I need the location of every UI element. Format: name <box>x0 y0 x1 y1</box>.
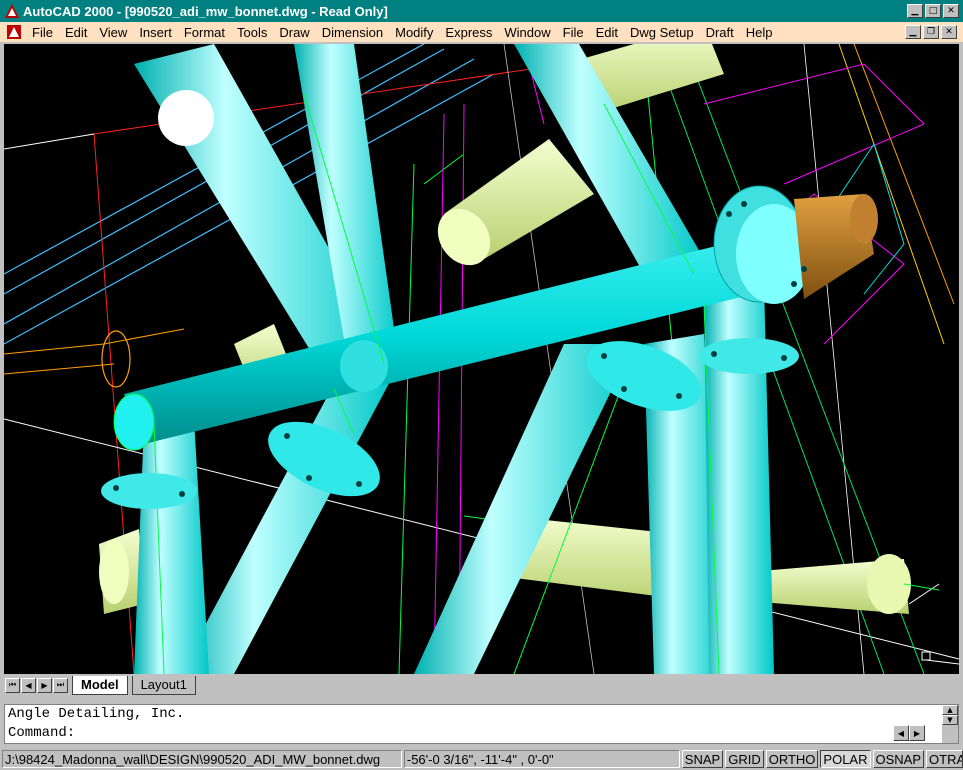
prev-icon: ◀ <box>25 680 32 690</box>
command-prompt[interactable]: Command: <box>5 724 958 743</box>
autocad-icon[interactable] <box>4 3 20 19</box>
layout-tab-bar: ⏮ ◀ ▶ ⏭ Model Layout1 <box>4 674 959 696</box>
menu-bar: File Edit View Insert Format Tools Draw … <box>0 22 963 42</box>
menu-insert[interactable]: Insert <box>133 25 178 40</box>
otrack-toggle[interactable]: OTRACK <box>926 749 963 768</box>
menu-window[interactable]: Window <box>498 25 556 40</box>
menu-modify[interactable]: Modify <box>389 25 439 40</box>
file-path: J:\98424_Madonna_wall\DESIGN\990520_ADI_… <box>2 749 402 768</box>
menu-draft[interactable]: Draft <box>700 25 740 40</box>
restore-icon: ❐ <box>926 26 936 37</box>
next-icon: ▶ <box>41 680 48 690</box>
doc-restore-button[interactable]: ❐ <box>923 25 939 39</box>
prev-tab-button[interactable]: ◀ <box>21 677 36 693</box>
menu-draw[interactable]: Draw <box>273 25 315 40</box>
scroll-up-button[interactable]: ▲ <box>942 705 958 715</box>
minimize-icon: ▁ <box>909 26 917 37</box>
polar-toggle[interactable]: POLAR <box>820 749 871 768</box>
scroll-left-button[interactable]: ◀ <box>893 725 909 741</box>
last-tab-button[interactable]: ⏭ <box>53 677 68 693</box>
menu-tools[interactable]: Tools <box>231 25 273 40</box>
doc-close-button[interactable]: ✕ <box>941 25 957 39</box>
first-tab-button[interactable]: ⏮ <box>5 677 20 693</box>
scroll-down-button[interactable]: ▼ <box>942 715 958 725</box>
menu-edit-2[interactable]: Edit <box>590 25 624 40</box>
command-history: Angle Detailing, Inc. <box>8 706 185 722</box>
menu-dwg-setup[interactable]: Dwg Setup <box>624 25 700 40</box>
tab-layout1[interactable]: Layout1 <box>131 675 196 695</box>
osnap-toggle[interactable]: OSNAP <box>872 749 925 768</box>
close-icon: ✕ <box>947 5 955 16</box>
arrow-right-icon: ▶ <box>913 728 921 738</box>
last-icon: ⏭ <box>56 680 65 689</box>
title-bar: AutoCAD 2000 - [990520_adi_mw_bonnet.dwg… <box>0 0 963 22</box>
minimize-button[interactable]: ▁ <box>907 4 923 18</box>
menu-edit[interactable]: Edit <box>59 25 93 40</box>
arrow-left-icon: ◀ <box>897 728 905 738</box>
window-title: AutoCAD 2000 - [990520_adi_mw_bonnet.dwg… <box>23 3 388 19</box>
minimize-icon: ▁ <box>911 5 919 16</box>
menu-file[interactable]: File <box>26 25 59 40</box>
snap-toggle[interactable]: SNAP <box>681 749 724 768</box>
arrow-down-icon: ▼ <box>947 716 953 724</box>
pipe-members <box>113 44 794 674</box>
tab-model[interactable]: Model <box>72 675 128 695</box>
status-bar: J:\98424_Madonna_wall\DESIGN\990520_ADI_… <box>0 747 963 770</box>
model-space-canvas[interactable] <box>4 44 959 674</box>
menu-format[interactable]: Format <box>178 25 231 40</box>
scroll-right-button[interactable]: ▶ <box>909 725 925 741</box>
menu-help[interactable]: Help <box>740 25 779 40</box>
menu-file-2[interactable]: File <box>557 25 590 40</box>
drawing-viewport[interactable] <box>4 44 959 674</box>
maximize-icon: □ <box>928 5 938 16</box>
command-hscroll[interactable]: ◀ ▶ <box>893 725 941 741</box>
menu-view[interactable]: View <box>93 25 133 40</box>
next-tab-button[interactable]: ▶ <box>37 677 52 693</box>
menu-express[interactable]: Express <box>439 25 498 40</box>
coordinates-display[interactable]: -56'-0 3/16", -11'-4" , 0'-0" <box>403 749 680 768</box>
arrow-up-icon: ▲ <box>947 706 953 714</box>
menu-dimension[interactable]: Dimension <box>316 25 389 40</box>
close-icon: ✕ <box>945 26 953 37</box>
maximize-button[interactable]: □ <box>925 4 941 18</box>
first-icon: ⏮ <box>8 680 17 689</box>
command-vscroll[interactable]: ▲ ▼ <box>942 705 958 743</box>
grid-toggle[interactable]: GRID <box>725 749 764 768</box>
ortho-toggle[interactable]: ORTHO <box>765 749 819 768</box>
doc-minimize-button[interactable]: ▁ <box>905 25 921 39</box>
close-button[interactable]: ✕ <box>943 4 959 18</box>
drawing-doc-icon[interactable] <box>6 24 22 40</box>
command-window[interactable]: Angle Detailing, Inc. Command: ▲ ▼ ◀ ▶ <box>4 704 959 744</box>
